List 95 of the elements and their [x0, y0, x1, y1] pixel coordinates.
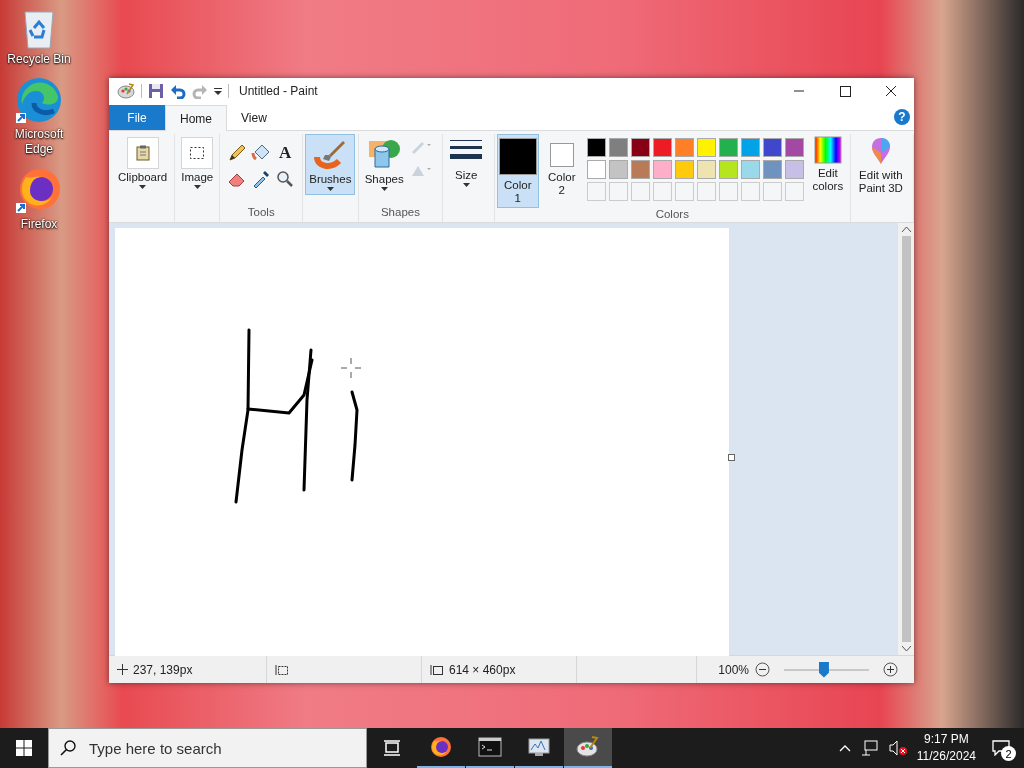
ribbon-tab[interactable]: Home: [165, 105, 227, 131]
palette-swatch[interactable]: [586, 138, 606, 157]
selection-size-icon: [275, 663, 289, 676]
palette-swatch[interactable]: [696, 138, 716, 157]
desktop-icon-label[interactable]: Recycle Bin: [4, 52, 74, 67]
palette-swatch[interactable]: [608, 160, 628, 179]
scroll-up-icon[interactable]: [901, 226, 911, 232]
zoom-slider-thumb[interactable]: [818, 661, 829, 678]
save-icon[interactable]: [148, 83, 164, 99]
scrollbar-thumb[interactable]: [901, 236, 911, 642]
palette-swatch[interactable]: [718, 138, 738, 157]
color-spectrum-icon: [813, 136, 842, 164]
custom-color-slot[interactable]: [784, 182, 804, 201]
paint-app-icon[interactable]: [117, 83, 135, 99]
color-button[interactable]: Color 1: [496, 134, 539, 208]
custom-color-slot[interactable]: [674, 182, 694, 201]
palette-swatch[interactable]: [762, 160, 782, 179]
network-icon[interactable]: [860, 740, 879, 756]
custom-color-slot[interactable]: [696, 182, 716, 201]
resize-handle[interactable]: [728, 454, 735, 461]
scroll-down-icon[interactable]: [901, 646, 911, 652]
group-label: Shapes: [379, 206, 421, 220]
caret-icon: [139, 185, 147, 189]
zoom-out-icon[interactable]: [755, 662, 770, 677]
palette-swatch[interactable]: [608, 138, 628, 157]
move-cursor-icon: [117, 664, 128, 675]
terminal-icon: [478, 737, 502, 757]
undo-icon[interactable]: [170, 83, 186, 99]
palette-swatch[interactable]: [718, 160, 738, 179]
palette-swatch[interactable]: [740, 138, 760, 157]
notification-count: 2: [1001, 746, 1016, 761]
monitor-icon: [527, 736, 551, 758]
caret-icon: [462, 183, 470, 187]
paint-3d-button[interactable]: Edit with Paint 3D: [852, 134, 909, 195]
palette-swatch[interactable]: [586, 160, 606, 179]
palette-swatch[interactable]: [630, 138, 650, 157]
zoom-in-icon[interactable]: [883, 662, 898, 677]
custom-color-slot[interactable]: [586, 182, 606, 201]
palette-swatch[interactable]: [674, 138, 694, 157]
custom-color-slot[interactable]: [718, 182, 738, 201]
cursor-position: 237, 139px: [133, 662, 193, 677]
search-field[interactable]: Type here to search: [48, 728, 367, 768]
firefox-browser-icon: [429, 735, 453, 759]
palette-swatch[interactable]: [652, 160, 672, 179]
edge-browser-icon: [14, 75, 64, 125]
palette-swatch[interactable]: [784, 160, 804, 179]
clock-date[interactable]: 11/26/2024: [916, 748, 976, 765]
clipboard-button[interactable]: Clipboard: [114, 134, 172, 193]
palette-swatch[interactable]: [784, 138, 804, 157]
palette-swatch[interactable]: [652, 138, 672, 157]
caret-icon: [193, 185, 201, 189]
custom-color-slot[interactable]: [608, 182, 628, 201]
chevron-up-icon[interactable]: [838, 744, 851, 752]
palette-swatch[interactable]: [674, 160, 694, 179]
selection-icon: [189, 146, 206, 160]
search-icon: [60, 740, 76, 756]
notifications-button[interactable]: 2: [986, 733, 1016, 763]
crosshair-cursor-icon: [340, 357, 362, 379]
caret-icon: [380, 187, 388, 191]
taskbar-app-button[interactable]: [564, 728, 612, 768]
clock-time[interactable]: 9:17 PM: [924, 731, 969, 748]
custom-color-slot[interactable]: [630, 182, 650, 201]
group-label: Tools: [246, 206, 276, 220]
windows-logo-icon: [16, 740, 32, 756]
redo-icon[interactable]: [192, 83, 208, 99]
clipboard-icon: [135, 145, 150, 161]
edit-colors-button[interactable]: Edit colors: [807, 134, 848, 193]
customize-caret-icon[interactable]: [214, 87, 222, 95]
custom-color-slot[interactable]: [762, 182, 782, 201]
shapes-icon: [367, 137, 402, 171]
text-tool-button[interactable]: A: [274, 142, 297, 164]
palette-swatch[interactable]: [762, 138, 782, 157]
palette-swatch[interactable]: [630, 160, 650, 179]
palette-swatch[interactable]: [740, 160, 760, 179]
zoom-level: 100%: [718, 662, 749, 677]
speaker-muted-icon[interactable]: [888, 740, 907, 756]
task-view-icon[interactable]: [383, 740, 401, 756]
palette-swatch[interactable]: [696, 160, 716, 179]
paint-palette-icon: [576, 736, 600, 758]
custom-color-slot[interactable]: [652, 182, 672, 201]
image-button[interactable]: Image: [177, 134, 218, 193]
window-title: Untitled - Paint: [239, 84, 319, 98]
caret-icon: [326, 187, 334, 191]
color-button[interactable]: Color 2: [540, 134, 583, 200]
custom-color-slot[interactable]: [740, 182, 760, 201]
size-button[interactable]: Size: [445, 134, 488, 191]
ribbon-tab[interactable]: View: [227, 105, 281, 130]
help-button[interactable]: ?: [894, 109, 910, 125]
canvas-size-icon: [430, 663, 444, 676]
canvas-size: 614 × 460px: [449, 662, 516, 677]
file-menu[interactable]: File: [109, 105, 165, 130]
brushes-button[interactable]: Brushes: [305, 134, 356, 195]
notification-icon: [992, 740, 1010, 756]
group-label: Colors: [654, 208, 690, 222]
shapes-button[interactable]: Shapes: [360, 134, 408, 195]
